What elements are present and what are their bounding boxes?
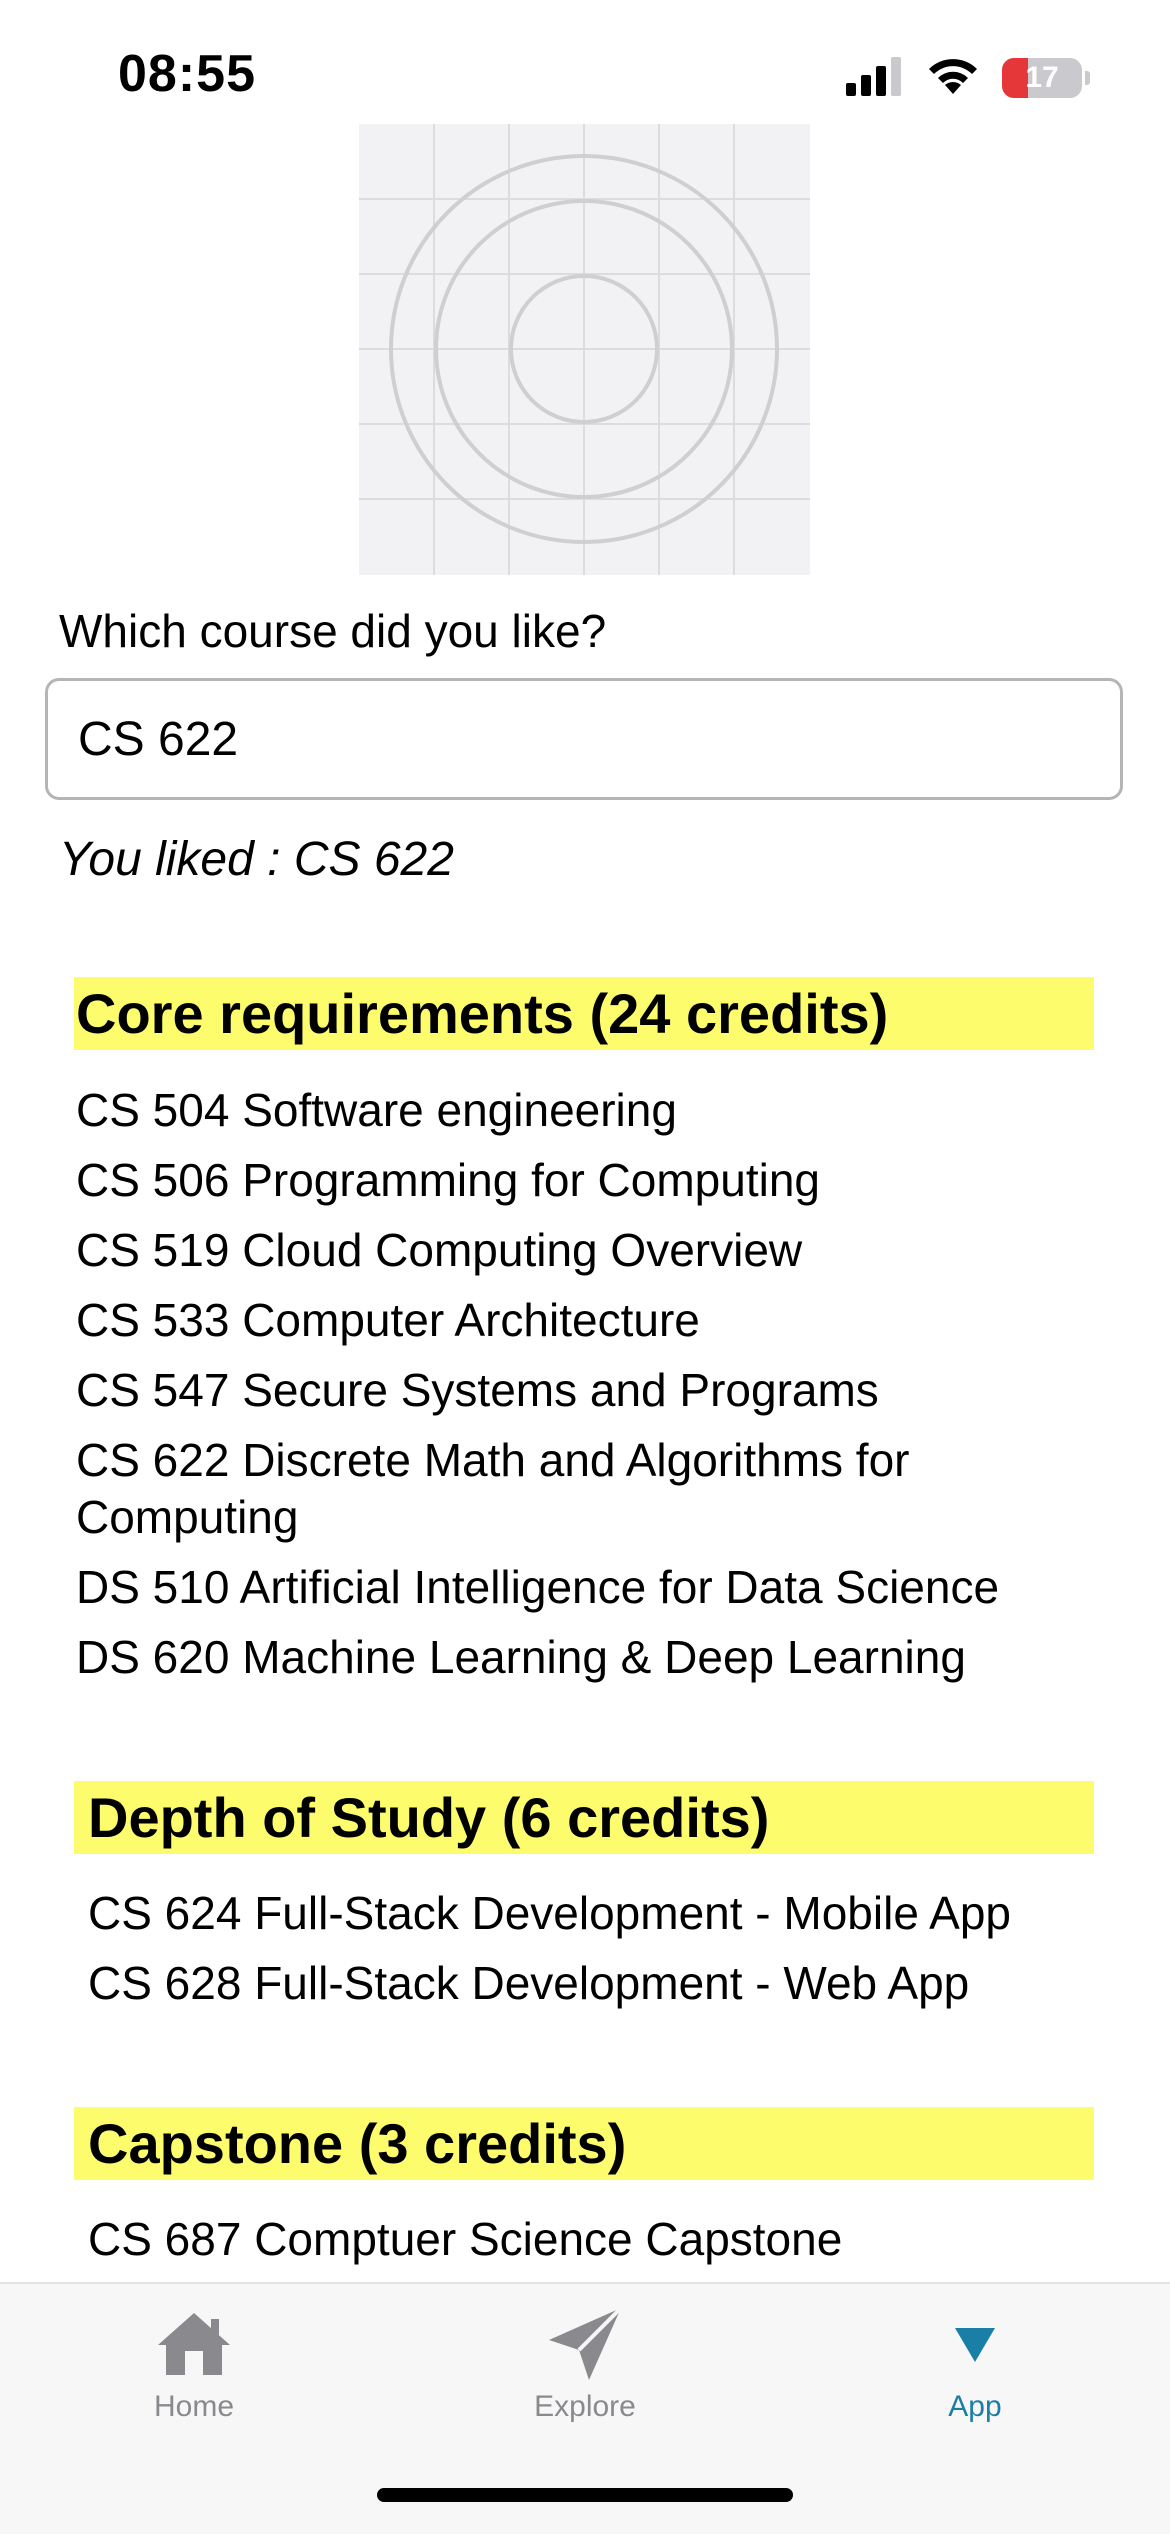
home-icon [156, 2304, 232, 2384]
image-placeholder-icon [359, 124, 810, 575]
course-item-continued: Computing [76, 1491, 299, 1543]
course-item: CS 519 Cloud Computing Overview [76, 1224, 803, 1276]
section-heading-core: Core requirements (24 credits) [74, 977, 1094, 1050]
liked-course-text: You liked : CS 622 [59, 833, 454, 886]
status-bar: 08:55 17 [0, 0, 1170, 120]
course-item: CS 533 Computer Architecture [76, 1294, 700, 1346]
battery-fill [1002, 58, 1028, 98]
course-item: CS 547 Secure Systems and Programs [76, 1364, 879, 1416]
course-item: CS 504 Software engineering [76, 1084, 677, 1136]
section-heading-depth: Depth of Study (6 credits) [74, 1781, 1094, 1854]
course-item: CS 628 Full-Stack Development - Web App [88, 1957, 970, 2009]
wifi-icon [926, 56, 980, 101]
section-heading-capstone: Capstone (3 credits) [74, 2107, 1094, 2180]
triangle-down-icon [953, 2304, 997, 2384]
battery-indicator: 17 [1002, 58, 1082, 98]
course-item: CS 506 Programming for Computing [76, 1154, 820, 1206]
status-icons: 17 [846, 54, 1090, 102]
cellular-signal-icon [846, 56, 904, 101]
tab-app[interactable]: App [855, 2304, 1095, 2434]
battery-cap [1085, 71, 1090, 85]
course-prompt-label: Which course did you like? [59, 605, 607, 657]
tab-explore[interactable]: Explore [465, 2304, 705, 2434]
battery-level: 17 [1025, 61, 1059, 94]
tab-home[interactable]: Home [74, 2304, 314, 2434]
course-item: DS 620 Machine Learning & Deep Learning [76, 1631, 966, 1683]
tab-label: Home [153, 2390, 235, 2423]
home-indicator [377, 2488, 793, 2502]
course-item: CS 624 Full-Stack Development - Mobile A… [88, 1887, 1011, 1939]
tab-label: Explore [534, 2390, 636, 2423]
course-item: CS 687 Comptuer Science Capstone [88, 2213, 843, 2265]
course-item: DS 510 Artificial Intelligence for Data … [76, 1561, 1000, 1613]
course-item: CS 622 Discrete Math and Algorithms for [76, 1434, 910, 1486]
paper-plane-icon [547, 2304, 623, 2384]
course-input[interactable] [45, 678, 1123, 800]
status-time: 08:55 [118, 45, 256, 103]
tab-label: App [948, 2390, 1002, 2423]
